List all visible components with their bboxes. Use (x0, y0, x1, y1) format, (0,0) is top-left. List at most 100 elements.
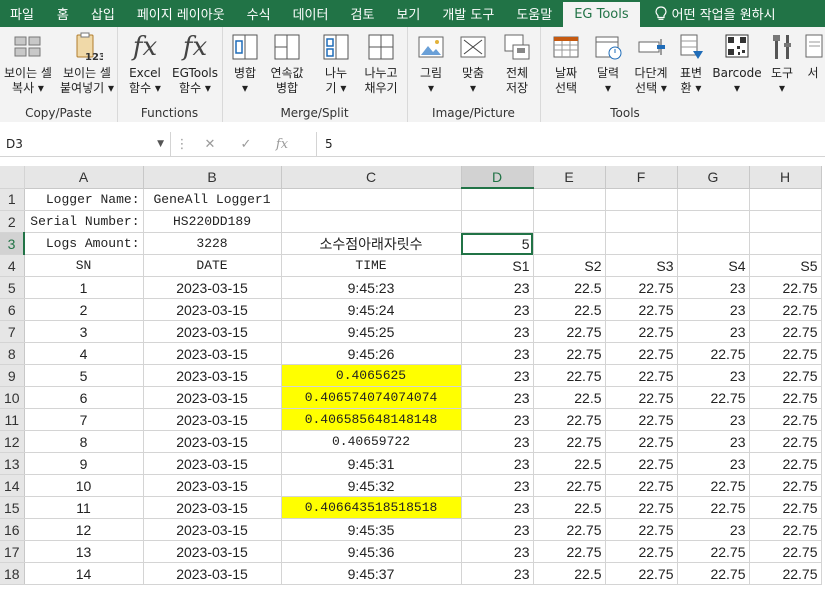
row-header[interactable]: 4 (0, 254, 25, 277)
document-button[interactable]: 서 (802, 31, 824, 81)
cell-c9[interactable]: 0.4065625 (281, 364, 462, 387)
cell-e7[interactable]: 22.75 (533, 320, 606, 343)
save-all-button[interactable]: 전체 저장 (497, 31, 537, 96)
cell-d15[interactable]: 23 (461, 496, 534, 519)
cell-f13[interactable]: 22.75 (605, 452, 678, 475)
date-select-button[interactable]: 날짜 선택 (548, 31, 584, 96)
cell-a7[interactable]: 3 (24, 320, 144, 343)
cell-h15[interactable]: 22.75 (749, 496, 822, 519)
cell-c11[interactable]: 0.406585648148148 (281, 408, 462, 431)
row-header[interactable]: 17 (0, 540, 25, 563)
cell-a15[interactable]: 11 (24, 496, 144, 519)
cell-g15[interactable]: 22.75 (677, 496, 750, 519)
cell-f3[interactable] (605, 232, 678, 255)
cell-h16[interactable]: 22.75 (749, 518, 822, 541)
cell-e9[interactable]: 22.75 (533, 364, 606, 387)
row-header[interactable]: 9 (0, 364, 25, 387)
name-box[interactable]: D3 ▼ (0, 132, 171, 156)
cell-d10[interactable]: 23 (461, 386, 534, 409)
cell-h1[interactable] (749, 188, 822, 211)
cell-d16[interactable]: 23 (461, 518, 534, 541)
paste-visible-cells-button[interactable]: 123 보이는 셀 붙여넣기 ▾ (58, 31, 116, 96)
cell-a9[interactable]: 5 (24, 364, 144, 387)
cell-g18[interactable]: 22.75 (677, 562, 750, 585)
cell-h14[interactable]: 22.75 (749, 474, 822, 497)
cell-c18[interactable]: 9:45:37 (281, 562, 462, 585)
cell-g11[interactable]: 23 (677, 408, 750, 431)
enter-icon[interactable]: ✓ (228, 137, 264, 152)
tab-file[interactable]: 파일 (0, 0, 46, 27)
cell-d1[interactable] (461, 188, 534, 211)
column-header-d[interactable]: D (461, 166, 534, 189)
cell-c7[interactable]: 9:45:25 (281, 320, 462, 343)
cell-g10[interactable]: 22.75 (677, 386, 750, 409)
cell-a10[interactable]: 6 (24, 386, 144, 409)
row-header[interactable]: 3 (0, 232, 25, 255)
cell-b18[interactable]: 2023-03-15 (143, 562, 282, 585)
cell-g9[interactable]: 23 (677, 364, 750, 387)
barcode-button[interactable]: Barcode ▾ (712, 31, 762, 96)
cell-b7[interactable]: 2023-03-15 (143, 320, 282, 343)
tab-data[interactable]: 데이터 (282, 0, 340, 27)
cell-f18[interactable]: 22.75 (605, 562, 678, 585)
cell-c17[interactable]: 9:45:36 (281, 540, 462, 563)
cell-h17[interactable]: 22.75 (749, 540, 822, 563)
cell-e8[interactable]: 22.75 (533, 342, 606, 365)
row-header[interactable]: 8 (0, 342, 25, 365)
cell-f9[interactable]: 22.75 (605, 364, 678, 387)
row-header[interactable]: 10 (0, 386, 25, 409)
cell-e4[interactable]: S2 (533, 254, 606, 277)
cell-g5[interactable]: 23 (677, 276, 750, 299)
tell-me-search[interactable]: 어떤 작업을 원하시 (640, 0, 776, 27)
cell-b16[interactable]: 2023-03-15 (143, 518, 282, 541)
cell-g16[interactable]: 23 (677, 518, 750, 541)
cell-e14[interactable]: 22.75 (533, 474, 606, 497)
cell-d9[interactable]: 23 (461, 364, 534, 387)
cell-a8[interactable]: 4 (24, 342, 144, 365)
cell-c2[interactable] (281, 210, 462, 233)
column-header-e[interactable]: E (533, 166, 606, 189)
cell-c6[interactable]: 9:45:24 (281, 298, 462, 321)
cell-f17[interactable]: 22.75 (605, 540, 678, 563)
cancel-icon[interactable]: ✕ (192, 137, 228, 152)
cell-c12[interactable]: 0.40659722 (281, 430, 462, 453)
cell-b9[interactable]: 2023-03-15 (143, 364, 282, 387)
excel-functions-button[interactable]: fx Excel 함수 ▾ (121, 31, 169, 96)
cell-b8[interactable]: 2023-03-15 (143, 342, 282, 365)
cell-h7[interactable]: 22.75 (749, 320, 822, 343)
cell-a1[interactable]: Logger Name: (24, 188, 144, 211)
cell-f1[interactable] (605, 188, 678, 211)
cell-h3[interactable] (749, 232, 822, 255)
cell-a5[interactable]: 1 (24, 276, 144, 299)
cell-a13[interactable]: 9 (24, 452, 144, 475)
cell-b5[interactable]: 2023-03-15 (143, 276, 282, 299)
cell-d12[interactable]: 23 (461, 430, 534, 453)
cell-f8[interactable]: 22.75 (605, 342, 678, 365)
merge-button[interactable]: 병합 ▾ (226, 31, 264, 96)
cell-c3[interactable]: 소수점아래자릿수 (281, 232, 462, 255)
cell-d17[interactable]: 23 (461, 540, 534, 563)
cell-c16[interactable]: 9:45:35 (281, 518, 462, 541)
cell-f10[interactable]: 22.75 (605, 386, 678, 409)
tab-review[interactable]: 검토 (339, 0, 385, 27)
cell-d6[interactable]: 23 (461, 298, 534, 321)
column-header-g[interactable]: G (677, 166, 750, 189)
cell-e17[interactable]: 22.75 (533, 540, 606, 563)
row-header[interactable]: 12 (0, 430, 25, 453)
cell-h18[interactable]: 22.75 (749, 562, 822, 585)
cell-a6[interactable]: 2 (24, 298, 144, 321)
row-header[interactable]: 7 (0, 320, 25, 343)
cell-c1[interactable] (281, 188, 462, 211)
cell-a11[interactable]: 7 (24, 408, 144, 431)
cell-d2[interactable] (461, 210, 534, 233)
cell-d13[interactable]: 23 (461, 452, 534, 475)
select-all-corner[interactable] (0, 166, 25, 189)
row-header[interactable]: 6 (0, 298, 25, 321)
cell-b2[interactable]: HS220DD189 (143, 210, 282, 233)
cell-c10[interactable]: 0.406574074074074 (281, 386, 462, 409)
cell-e10[interactable]: 22.5 (533, 386, 606, 409)
table-transform-button[interactable]: 표변 환 ▾ (674, 31, 708, 96)
copy-visible-cells-button[interactable]: 보이는 셀 복사 ▾ (0, 31, 56, 96)
multilevel-select-button[interactable]: 다단계 선택 ▾ (630, 31, 672, 96)
egtools-functions-button[interactable]: fx EGTools 함수 ▾ (169, 31, 221, 96)
